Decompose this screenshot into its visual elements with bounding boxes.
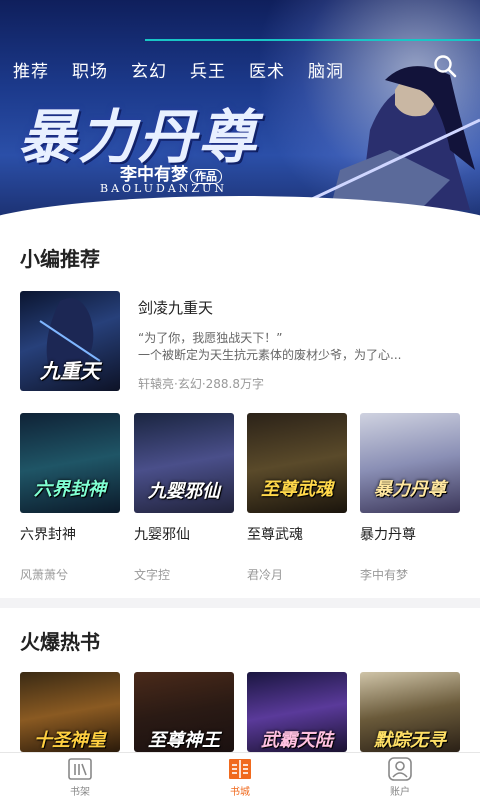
hot-book-cover[interactable]: 至尊神王	[134, 672, 234, 752]
book-cover-title: 暴力丹尊	[374, 479, 446, 500]
book-title[interactable]: 九婴邪仙	[134, 524, 190, 544]
account-icon	[388, 756, 412, 781]
section-title-hot: 火爆热书	[20, 630, 100, 654]
featured-book-title[interactable]: 剑凌九重天	[138, 297, 213, 318]
book-title[interactable]: 暴力丹尊	[360, 524, 416, 544]
book-author: 君冷月	[247, 568, 284, 582]
tab-imagination[interactable]: 脑洞	[308, 57, 344, 82]
book-title[interactable]: 至尊武魂	[247, 524, 303, 544]
book-cover[interactable]: 至尊武魂	[247, 413, 347, 513]
book-title[interactable]: 六界封神	[20, 524, 76, 544]
hero-banner[interactable]: 推荐 职场 玄幻 兵王 医术 脑洞 暴力丹尊 李中有梦 作品 BAOLUDANZU…	[0, 0, 480, 222]
book-author: 文字控	[134, 568, 171, 582]
featured-desc-line: 一个被断定为天生抗元素体的废材少爷，为了心...	[138, 348, 402, 362]
nav-label: 书城	[230, 786, 250, 798]
section-title-recommend: 小编推荐	[20, 247, 100, 271]
section-divider	[0, 598, 480, 608]
hot-book-cover[interactable]: 武霸天陆	[247, 672, 347, 752]
book-cover[interactable]: 六界封神	[20, 413, 120, 513]
bottom-navigation: 书架 书城 账户	[0, 752, 480, 800]
featured-book-meta: 轩辕亮·玄幻·288.8万字	[138, 377, 264, 391]
banner-pinyin: BAOLUDANZUN	[100, 182, 227, 195]
book-author: 风萧萧兮	[20, 568, 69, 582]
banner-hero-figure	[309, 66, 480, 210]
tab-medicine[interactable]: 医术	[249, 57, 285, 82]
featured-book-cover[interactable]: 九重天	[20, 291, 120, 391]
nav-label: 书架	[70, 786, 90, 798]
tab-recommend[interactable]: 推荐	[13, 57, 49, 82]
banner-accent-line	[145, 39, 480, 41]
book-cover-title: 至尊武魂	[261, 479, 333, 500]
nav-item-account[interactable]: 账户	[320, 753, 480, 800]
book-cover-title: 十圣神皇	[34, 730, 106, 751]
book-cover-title: 默踪无寻	[374, 730, 446, 751]
search-icon[interactable]	[432, 53, 458, 79]
featured-desc-line: “为了你，我愿独战天下！”	[138, 331, 283, 345]
nav-label: 账户	[390, 786, 410, 798]
book-cover[interactable]: 暴力丹尊	[360, 413, 460, 513]
bookstore-icon	[229, 758, 251, 779]
bookshelf-icon	[68, 757, 92, 780]
book-cover-title: 六界封神	[34, 479, 106, 500]
tab-soldier[interactable]: 兵王	[190, 57, 226, 82]
book-cover-title: 至尊神王	[148, 730, 220, 751]
tab-fantasy[interactable]: 玄幻	[131, 57, 167, 82]
nav-item-bookstore[interactable]: 书城	[160, 753, 320, 800]
book-cover-title: 九婴邪仙	[148, 481, 220, 502]
tab-workplace[interactable]: 职场	[72, 57, 108, 82]
featured-book-description: “为了你，我愿独战天下！” 一个被断定为天生抗元素体的废材少爷，为了心...	[138, 330, 458, 364]
nav-item-bookshelf[interactable]: 书架	[0, 753, 160, 800]
category-tabs: 推荐 职场 玄幻 兵王 医术 脑洞	[0, 56, 354, 82]
book-cover-title: 武霸天陆	[261, 730, 333, 751]
book-author: 李中有梦	[360, 568, 409, 582]
featured-cover-title: 九重天	[40, 359, 100, 383]
book-cover[interactable]: 九婴邪仙	[134, 413, 234, 513]
hot-book-cover[interactable]: 十圣神皇	[20, 672, 120, 752]
bookstore-page: 推荐 职场 玄幻 兵王 医术 脑洞 暴力丹尊 李中有梦 作品 BAOLUDANZU…	[0, 0, 480, 800]
hot-book-cover[interactable]: 默踪无寻	[360, 672, 460, 752]
